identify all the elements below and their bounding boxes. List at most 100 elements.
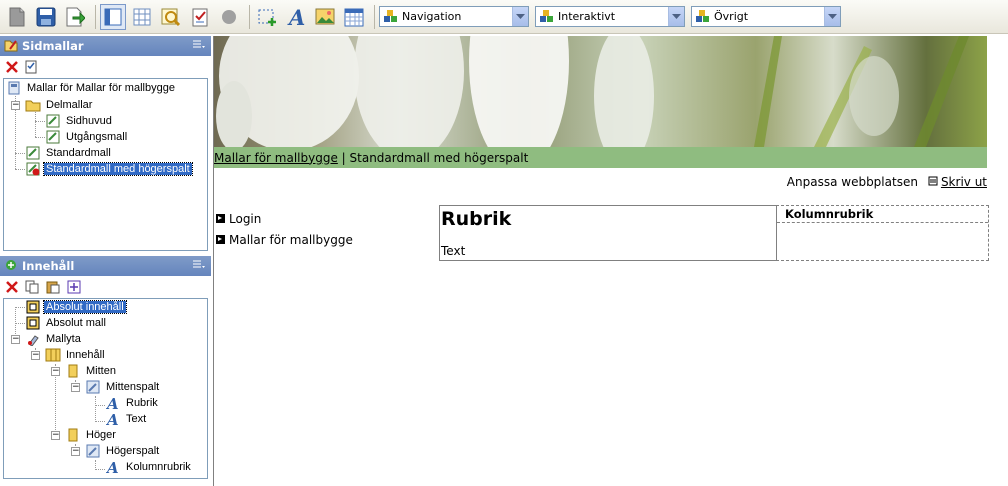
tree-node[interactable]: A Text xyxy=(105,411,148,427)
panel-menu-icon[interactable] xyxy=(193,259,205,273)
tree-node[interactable]: A Kolumnrubrik xyxy=(105,459,193,475)
tree-node[interactable]: Mittenspalt xyxy=(85,379,161,395)
tree-node[interactable]: Standardmall xyxy=(25,145,113,161)
nav-label: Mallar för mallbygge xyxy=(229,232,353,247)
paste-icon[interactable] xyxy=(46,280,60,294)
templates-icon xyxy=(4,38,18,55)
portlet-icon xyxy=(85,379,101,395)
new-page-icon[interactable] xyxy=(4,4,30,30)
chevron-down-icon[interactable] xyxy=(824,7,840,26)
tree-node[interactable]: Höger xyxy=(65,427,118,443)
sidmallar-panel-header[interactable]: Sidmallar xyxy=(0,36,211,56)
tree-collapse-toggle[interactable]: − xyxy=(11,101,20,110)
hogerspalt-region[interactable]: Kolumnrubrik xyxy=(776,205,989,261)
text-icon: A xyxy=(105,395,121,411)
nav-item-login[interactable]: Login xyxy=(216,208,353,229)
rubrik-heading[interactable]: Rubrik xyxy=(441,208,511,230)
absolute-icon xyxy=(25,315,41,331)
validate-icon[interactable] xyxy=(187,4,213,30)
page-icon xyxy=(45,129,61,145)
record-icon[interactable] xyxy=(216,4,242,30)
column-icon xyxy=(65,427,81,443)
sidmallar-tree: − Mallar för Mallar för mallbygge Delmal… xyxy=(3,78,208,251)
tree-node[interactable]: Innehåll xyxy=(45,347,107,363)
grid-icon[interactable] xyxy=(129,4,155,30)
publish-icon[interactable] xyxy=(62,4,88,30)
mittenspalt-region[interactable]: Rubrik Text xyxy=(439,205,777,261)
preview-icon[interactable] xyxy=(158,4,184,30)
chevron-down-icon[interactable] xyxy=(512,7,528,26)
tree-node-selected[interactable]: Absolut innehåll xyxy=(25,299,127,315)
chevron-down-icon[interactable] xyxy=(668,7,684,26)
tree-node-selected[interactable]: Standardmall med högerspalt xyxy=(25,161,193,177)
print-icon[interactable] xyxy=(928,175,938,189)
nav-label: Login xyxy=(229,211,262,226)
text-icon[interactable]: A xyxy=(283,4,309,30)
page-error-icon xyxy=(25,161,41,177)
move-icon[interactable] xyxy=(67,280,81,294)
navigation-dropdown[interactable]: Navigation xyxy=(379,6,529,27)
add-region-icon[interactable] xyxy=(254,4,280,30)
svg-text:A: A xyxy=(106,459,119,475)
copy-icon[interactable] xyxy=(25,280,39,294)
dropdown-value: Interaktivt xyxy=(558,10,616,23)
delete-icon[interactable] xyxy=(6,281,18,293)
portlet-icon xyxy=(85,443,101,459)
components-icon xyxy=(383,9,399,25)
ovrigt-dropdown[interactable]: Övrigt xyxy=(691,6,841,27)
tree-node[interactable]: Mallyta xyxy=(25,331,83,347)
tree-collapse-toggle[interactable]: − xyxy=(51,431,60,440)
svg-text:A: A xyxy=(106,411,119,427)
tree-collapse-toggle[interactable]: − xyxy=(11,335,20,344)
text-icon: A xyxy=(105,459,121,475)
page-preview: Mallar för mallbygge | Standardmall med … xyxy=(213,36,1008,486)
svg-text:A: A xyxy=(106,395,119,411)
tree-node[interactable]: Mitten xyxy=(65,363,118,379)
components-icon xyxy=(539,9,555,25)
page-icon xyxy=(45,113,61,129)
toolbar-separator xyxy=(374,4,375,29)
absolute-icon xyxy=(25,299,41,315)
bullet-arrow-icon xyxy=(216,214,225,223)
layout-icon[interactable] xyxy=(100,3,126,30)
text-block[interactable]: Text xyxy=(441,244,465,258)
breadcrumb-link[interactable]: Mallar för mallbygge xyxy=(214,151,338,165)
divider xyxy=(777,222,988,223)
calendar-icon[interactable] xyxy=(341,4,367,30)
print-link[interactable]: Skriv ut xyxy=(941,175,987,189)
toolbar-separator xyxy=(249,4,250,29)
properties-icon[interactable] xyxy=(25,60,37,74)
tree-node[interactable]: Högerspalt xyxy=(85,443,161,459)
tree-node[interactable]: A Rubrik xyxy=(105,395,160,411)
site-navigation: Login Mallar för mallbygge xyxy=(216,208,353,250)
innehall-panel-header[interactable]: Innehåll xyxy=(0,256,211,276)
column-icon xyxy=(65,363,81,379)
toolbar-separator xyxy=(95,4,96,29)
scrollbar[interactable] xyxy=(987,36,1008,486)
delete-icon[interactable] xyxy=(6,61,18,73)
tree-node[interactable]: Utgångsmall xyxy=(45,129,129,145)
panel-menu-icon[interactable] xyxy=(193,39,205,53)
tree-collapse-toggle[interactable]: − xyxy=(51,367,60,376)
save-icon[interactable] xyxy=(33,4,59,30)
image-icon[interactable] xyxy=(312,4,338,30)
tree-collapse-toggle[interactable]: − xyxy=(71,383,80,392)
components-icon xyxy=(695,9,711,25)
kolumnrubrik-heading[interactable]: Kolumnrubrik xyxy=(785,207,873,221)
dropdown-value: Övrigt xyxy=(714,10,749,23)
tree-node[interactable]: Sidhuvud xyxy=(45,113,114,129)
tree-collapse-toggle[interactable]: − xyxy=(71,447,80,456)
toolbar: A Navigation Interaktivt Övrigt xyxy=(0,0,1008,34)
tree-node[interactable]: Absolut mall xyxy=(25,315,108,331)
interaktivt-dropdown[interactable]: Interaktivt xyxy=(535,6,685,27)
dropdown-value: Navigation xyxy=(402,10,462,23)
content-icon xyxy=(4,258,18,275)
tree-node[interactable]: Mallar för Mallar för mallbygge xyxy=(6,80,177,96)
folder-icon xyxy=(25,97,41,113)
tree-collapse-toggle[interactable]: − xyxy=(31,351,40,360)
tree-node[interactable]: Delmallar xyxy=(25,97,94,113)
customize-link[interactable]: Anpassa webbplatsen xyxy=(787,175,918,189)
page-icon xyxy=(25,145,41,161)
bullet-arrow-icon xyxy=(216,235,225,244)
nav-item-mallar[interactable]: Mallar för mallbygge xyxy=(216,229,353,250)
